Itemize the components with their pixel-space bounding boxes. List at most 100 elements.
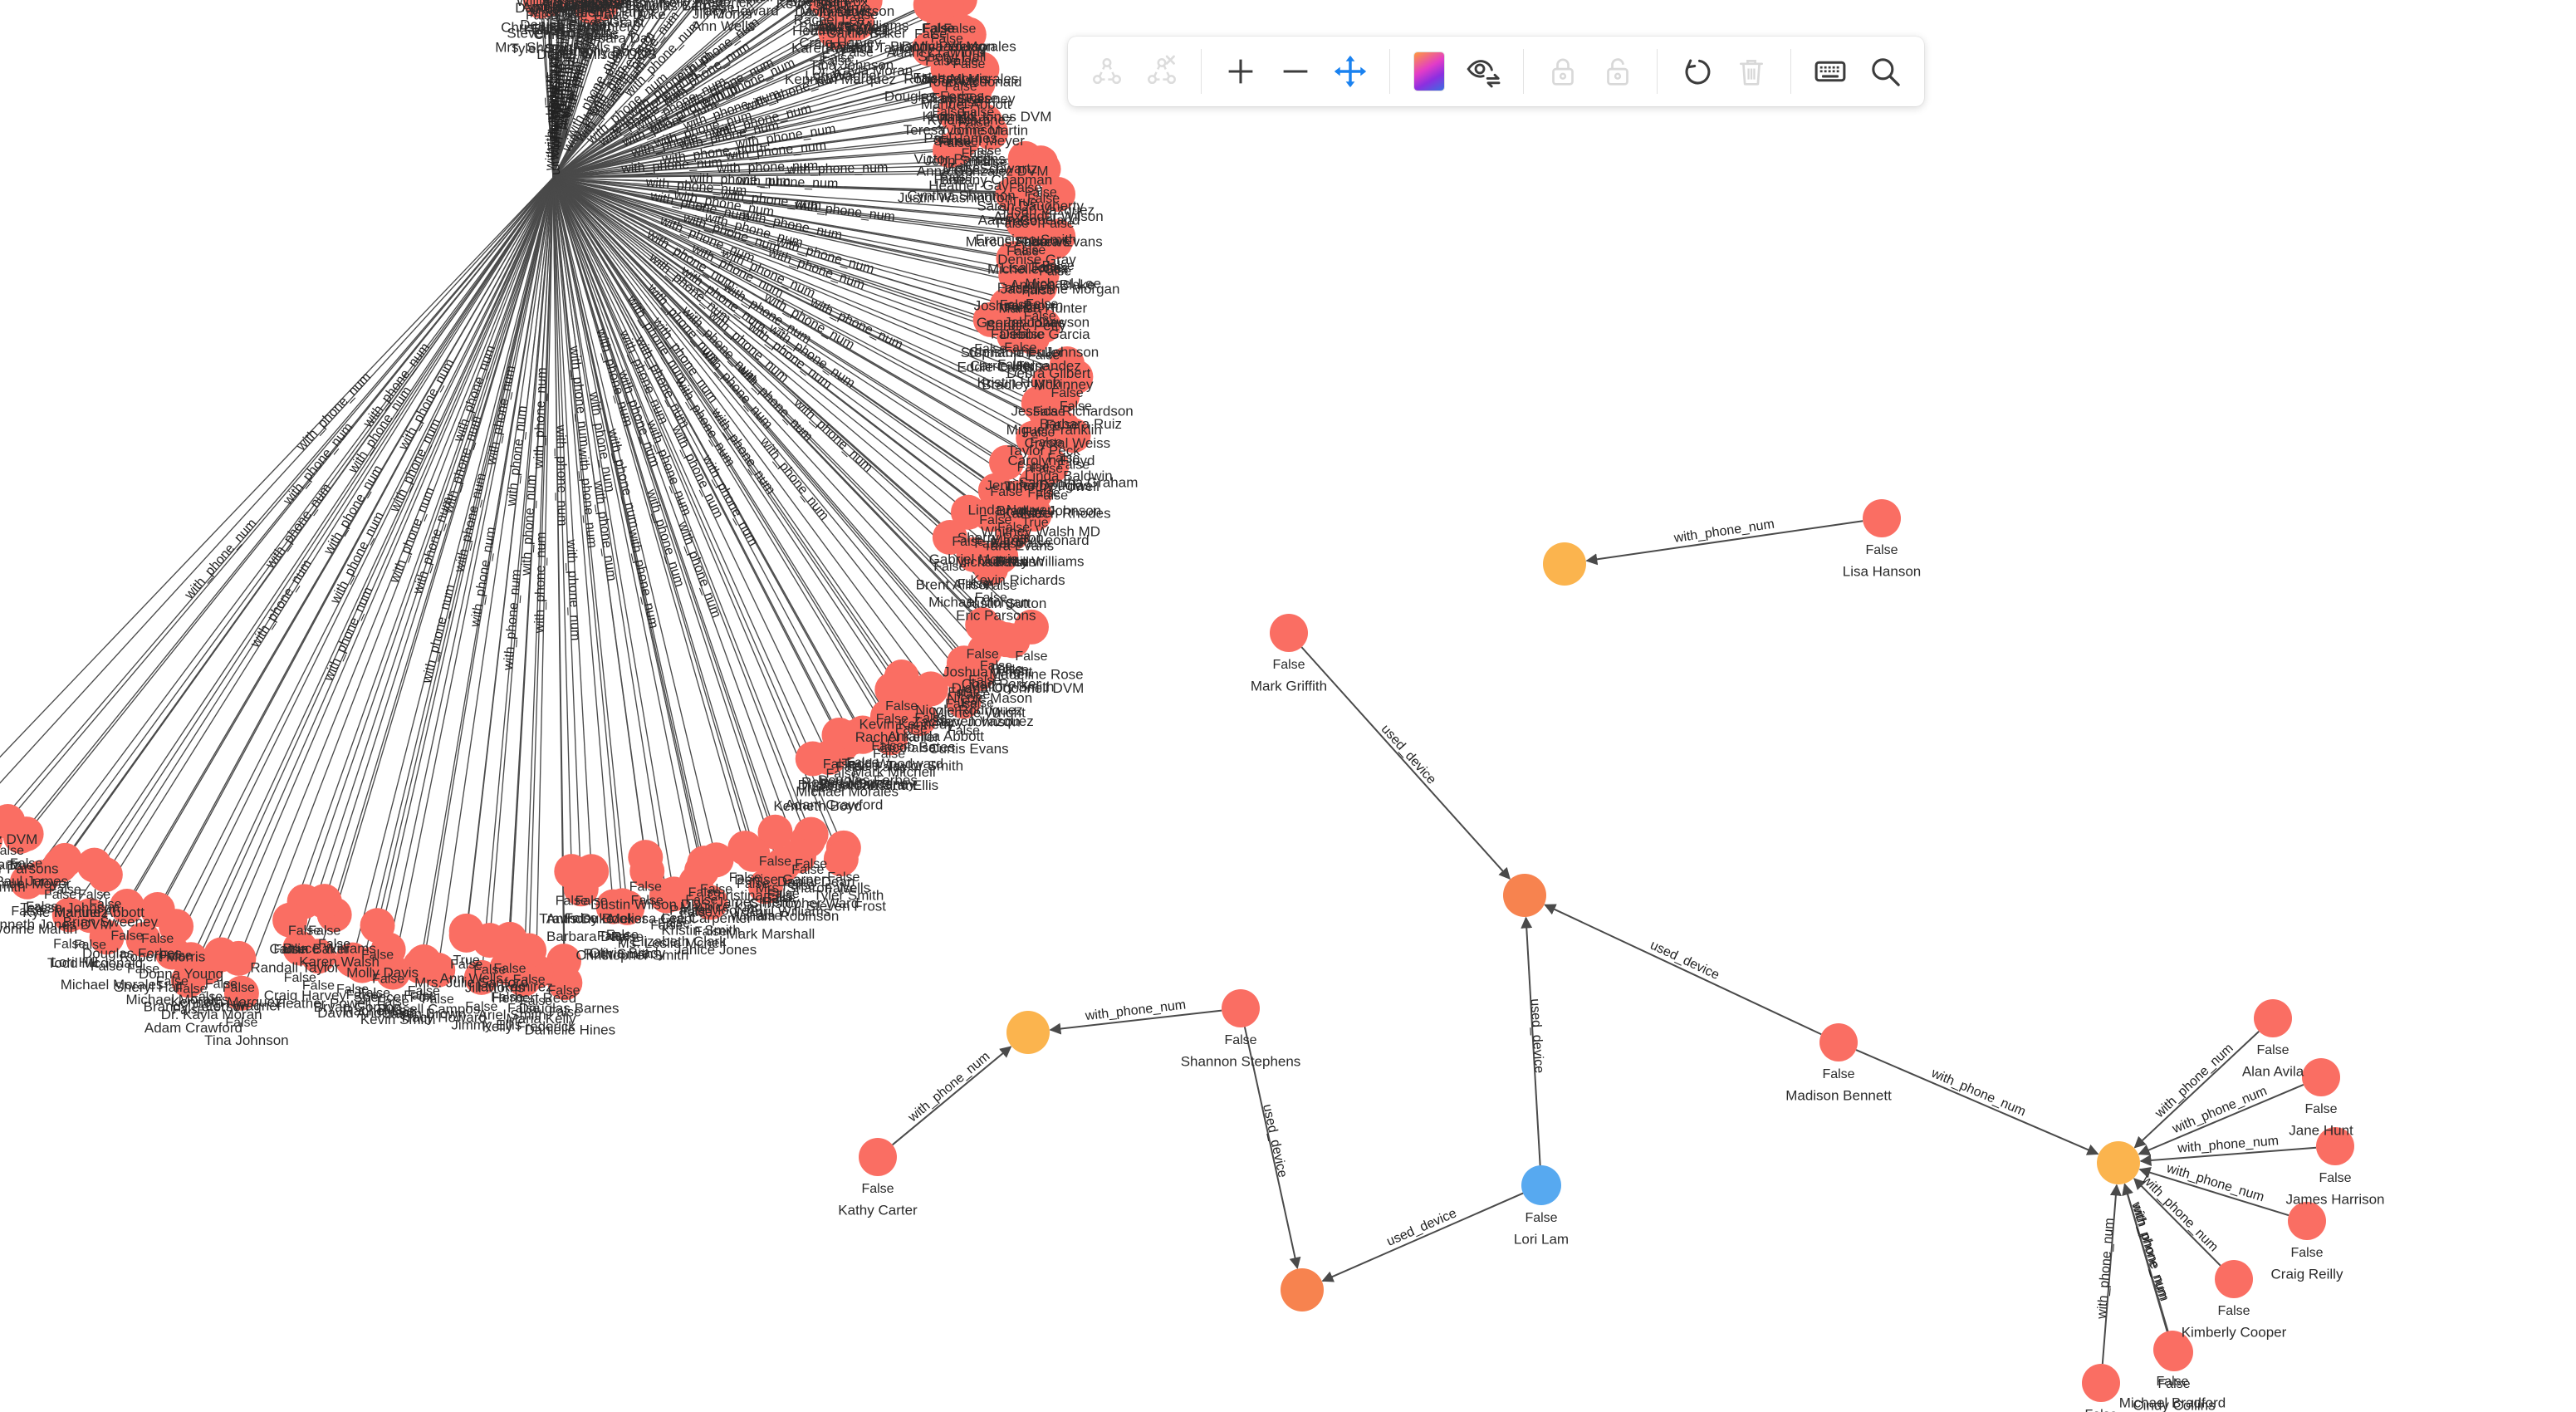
search-button[interactable] [1862,48,1908,95]
graph-node-phone[interactable] [1543,542,1586,586]
node-name-label: Cindy Collins [2133,1397,2215,1412]
graph-node-person[interactable] [554,854,590,890]
edge-label-with_phone_num: with_phone_num [2177,1134,2280,1155]
graph-edge-used_device [1300,646,1511,880]
node-flag-label: False [1027,486,1060,500]
node-flag-label: False [849,23,881,37]
edge-label-with-phone-num: with_phone_num [625,527,661,630]
appearance-group [1402,37,1511,106]
node-flag-label: False [820,55,852,69]
zoom-group [1213,37,1378,106]
graph-node-device[interactable] [1503,874,1546,917]
edge-label-with_phone_num: with_phone_num [2164,1161,2265,1204]
toolbar-separator [1389,49,1390,94]
node-name-label: Craig Reilly [2271,1266,2343,1282]
plus-icon [1228,59,1253,84]
node-flag-label: False [141,932,174,946]
graph-node-phone[interactable] [1006,1011,1050,1054]
graph-node-person[interactable] [2215,1260,2253,1298]
node-flag-label: False [966,92,998,106]
search-icon [1872,58,1900,86]
node-flag-label: False [826,767,859,781]
node-flag-label: False [1822,1067,1854,1081]
graph-node-phone[interactable] [2097,1141,2140,1184]
collapse-node-button[interactable] [1139,48,1185,95]
node-name-label: Barbara Day [575,30,655,46]
node-flag-label: False [1030,436,1062,450]
keyboard-shortcuts-button[interactable] [1807,48,1854,95]
graph-node-person[interactable] [76,847,112,883]
graph-node-person[interactable] [1863,499,1901,537]
graph-toolbar[interactable] [1068,37,1924,106]
lock-group [1535,37,1645,106]
node-flag-label: False [990,485,1022,499]
node-flag-label: False [53,938,86,952]
node-flag-label: False [2304,1102,2337,1116]
node-flag-label: False [876,713,908,727]
node-name-label: Eric Parsons [956,608,1036,624]
graph-node-person[interactable] [1270,614,1308,652]
graph-node-person[interactable] [1819,1023,1858,1061]
zoom-in-button[interactable] [1217,48,1264,95]
graph-edge-with_phone_num [892,1046,1012,1146]
undo-icon [1685,59,1711,85]
graph-node-device[interactable] [1281,1268,1324,1311]
graph-node-person[interactable] [2288,1202,2326,1240]
node-name-label: Anna Gonzalez DVM [0,831,37,847]
delete-button[interactable] [1728,48,1775,95]
graph-node-person[interactable] [628,840,664,875]
node-name-label: Tracy Howard [692,3,779,19]
zoom-out-button[interactable] [1272,48,1319,95]
graph-canvas[interactable]: with_phone_num with_phone_num with_phone_n… [0,0,2576,1412]
edge-label-used_device: used_device [1648,939,1721,983]
node-name-label: Lori Lam [1514,1231,1569,1247]
node-flag-label: False [997,281,1030,295]
node-flag-label: False [2217,1304,2250,1318]
graph-node-person[interactable] [360,908,395,944]
edge-label-used_device: used_device [1384,1206,1458,1249]
eye-swap-icon [1467,60,1501,88]
toggle-visible-button[interactable] [1461,48,1507,95]
node-name-label: Yvonne Martin [0,921,77,937]
graph-node-person[interactable] [2254,999,2292,1037]
graph-expand-group [1080,37,1189,106]
gradient-swatch-icon [1414,52,1444,91]
pan-mode-button[interactable] [1327,48,1374,95]
node-flag-label: False [1039,264,1071,278]
graph-node-person[interactable] [859,1138,897,1176]
node-name-label: Kristin Huynh [977,375,1061,390]
node-name-label: Randall Taylor [250,959,340,975]
node-flag-label: False [958,116,991,130]
node-flag-label: False [1024,309,1056,323]
node-flag-label: False [997,521,1030,535]
node-name-label: John Smith [0,879,26,895]
expand-node-button[interactable] [1084,48,1130,95]
graph-node-person[interactable] [448,913,484,949]
graph-node-person[interactable] [1222,989,1260,1027]
trash-icon [1740,60,1763,86]
lock-nodes-button[interactable] [1540,48,1586,95]
node-flag-label: False [1050,386,1083,400]
undo-button[interactable] [1673,48,1720,95]
graph-expand-icon [1093,57,1121,85]
graph-node-person[interactable] [2082,1364,2120,1402]
color-picker-button[interactable] [1406,48,1452,95]
node-flag-label: False [974,342,1006,356]
graph-svg[interactable]: with_phone_num with_phone_num with_phone_n… [0,0,2576,1412]
node-name-label: Michael Morales [61,977,164,993]
node-layer[interactable] [859,499,2354,1402]
node-name-label: Kenneth Boyd [773,798,862,814]
graph-node-person[interactable] [2302,1058,2340,1096]
toolbar-separator [1201,49,1202,94]
unlock-nodes-button[interactable] [1594,48,1641,95]
edge-label-used_device: used_device [1260,1103,1290,1179]
node-flag-label: False [991,328,1023,342]
hub-edge-217 [188,177,554,981]
node-flag-label: False [1865,543,1898,557]
edge-label-with_phone_num: with_phone_num [905,1049,993,1125]
node-flag-label: False [2157,1377,2190,1391]
node-name-label: Travis Duke [539,911,614,927]
node-name-label: Kenneth Marquez [785,71,896,87]
graph-node-account[interactable] [1521,1165,1561,1205]
node-flag-label: False [110,929,143,943]
